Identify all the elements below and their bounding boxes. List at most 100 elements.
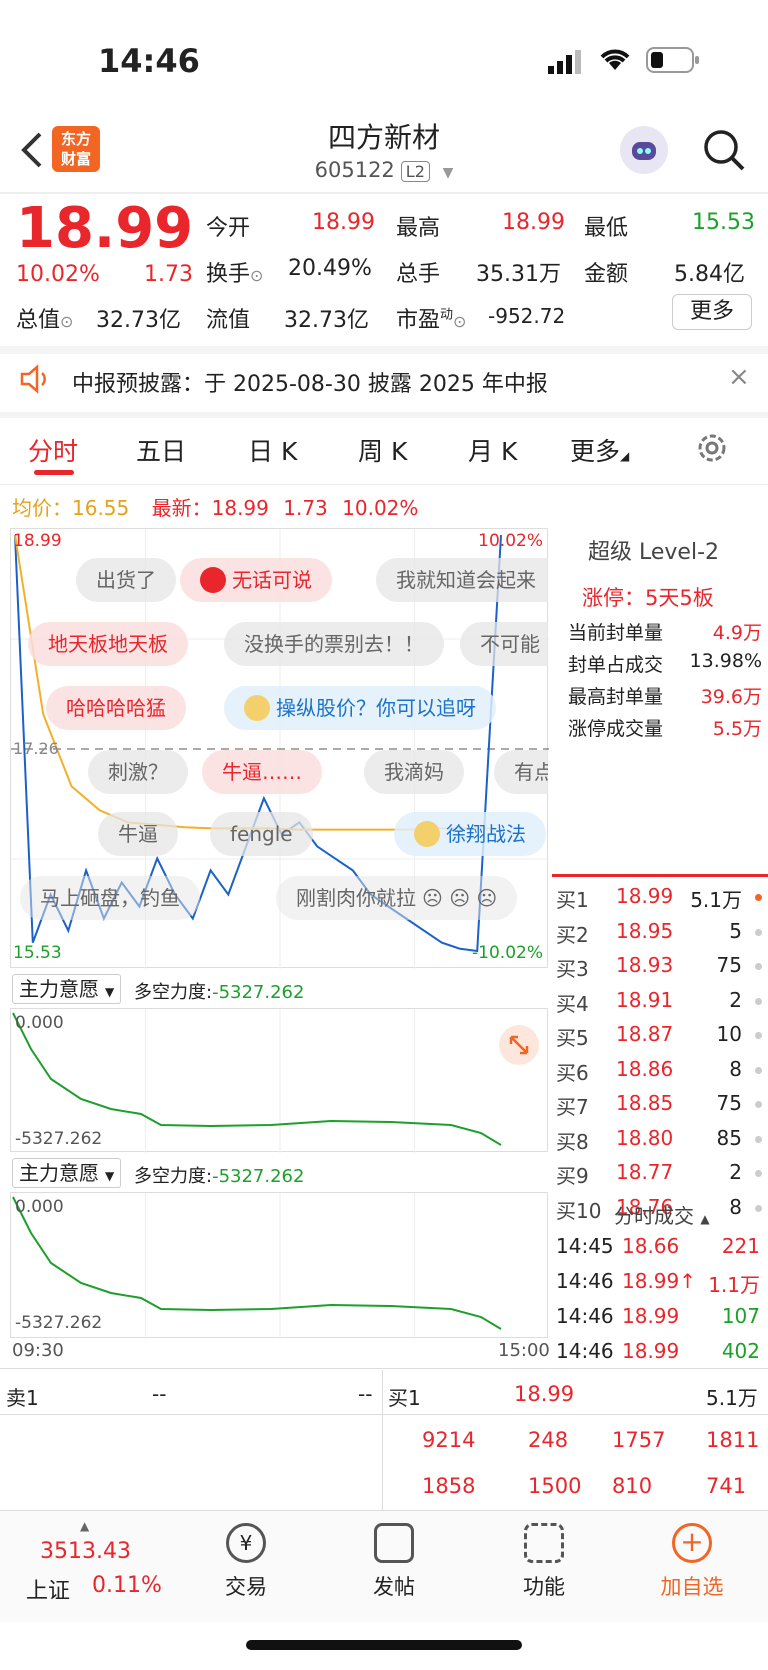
index-ticker[interactable]: ▲ 3513.43 上证 0.11% — [22, 1519, 172, 1609]
avatar-icon — [414, 820, 440, 847]
order-book-row[interactable]: 买3 18.93 75 — [554, 949, 768, 983]
danmu-bubble[interactable]: 刺激？ — [88, 750, 188, 794]
danmu-bubble[interactable]: 我滴妈 — [364, 750, 464, 794]
bottom-buy1-vol: 5.1万 — [706, 1386, 758, 1410]
amount-value: 5.84亿 — [674, 262, 745, 287]
volume-value: 35.31万 — [476, 262, 561, 287]
indicator-select[interactable]: 主力意愿 ▼ — [12, 974, 122, 1004]
book-dot-icon — [755, 963, 762, 970]
book-level-label: 买6 — [556, 1060, 589, 1085]
danmu-bubble[interactable]: 徐翔战法 — [394, 812, 546, 856]
notice-bar[interactable]: 中报预披露：于 2025-08-30 披露 2025 年中报 × — [0, 360, 768, 414]
book-level-label: 买8 — [556, 1129, 589, 1154]
indicator-chart: 0.000 -5327.262 — [10, 1008, 548, 1153]
limit-up-streak: 涨停：5天5板 — [582, 586, 714, 610]
tab-intraday[interactable]: 分时 — [28, 432, 78, 468]
book-dot-icon — [755, 1135, 762, 1143]
book-dot-icon — [755, 997, 762, 1005]
danmu-bubble[interactable]: 哈哈哈哈猛 — [46, 686, 186, 730]
nav-trade[interactable]: ¥ 交易 — [196, 1523, 296, 1601]
level2-row: 封单占成交 13.98% — [568, 650, 762, 676]
mcap-value: 32.73亿 — [96, 308, 181, 333]
axis-bottom-right: -10.02% — [472, 943, 543, 963]
bottom-buy1-label: 买1 — [388, 1386, 421, 1410]
book-volume: 85 — [716, 1125, 742, 1150]
close-icon[interactable]: × — [728, 362, 750, 392]
info-icon: ⊙ — [250, 266, 264, 285]
danmu-bubble[interactable]: 不可能 — [460, 622, 548, 666]
tab-monthly-k[interactable]: 月 K — [468, 432, 517, 468]
order-book-row[interactable]: 买1 18.99 5.1万 — [554, 880, 768, 914]
tick-price: 18.99↑ — [622, 1269, 697, 1293]
indicator-select[interactable]: 主力意愿 ▼ — [12, 1158, 122, 1188]
mcap-label: 总值⊙ — [16, 308, 74, 333]
danmu-bubble[interactable]: 无话可说 — [180, 558, 332, 602]
open-value: 18.99 — [312, 210, 375, 235]
settings-gear-icon[interactable] — [694, 430, 730, 466]
level-badge: L2 — [400, 161, 430, 182]
book-price: 18.86 — [616, 1056, 674, 1081]
volume-label: 总手 — [396, 262, 441, 287]
more-button[interactable]: 更多 — [672, 294, 752, 330]
info-icon: ⊙ — [453, 312, 467, 331]
danmu-bubble[interactable]: 牛逼 — [98, 812, 178, 856]
danmu-bubble[interactable]: 我就知道会起来 — [376, 558, 548, 602]
danmu-bubble[interactable]: 地天板地天板 — [28, 622, 188, 666]
danmu-bubble[interactable]: 有点 — [494, 750, 548, 794]
nav-post[interactable]: 发帖 — [344, 1523, 444, 1601]
danmu-bubble[interactable]: 牛逼…… — [202, 750, 322, 794]
order-book-row[interactable]: 买2 18.95 5 — [554, 915, 768, 949]
bottom-volume-cell: 741 — [706, 1474, 747, 1498]
tab-weekly-k[interactable]: 周 K — [358, 432, 407, 468]
book-price: 18.87 — [616, 1022, 674, 1046]
book-volume: 5 — [729, 918, 742, 943]
low-value: 15.53 — [692, 210, 755, 235]
danmu-bubble[interactable]: 操纵股价？你可以追呀 — [224, 686, 496, 730]
change-pct: 10.02% — [16, 262, 100, 287]
danmu-bubble[interactable]: 没换手的票别去！！ — [224, 622, 444, 666]
danmu-bubble[interactable]: 马上砸盘，钓鱼 — [20, 876, 200, 920]
bottom-sell1-vol: -- — [358, 1382, 373, 1406]
status-bar: 14:46 — [0, 0, 768, 120]
danmu-bubble[interactable]: fengle — [210, 812, 313, 856]
book-price: 18.93 — [616, 953, 674, 977]
tab-daily-k[interactable]: 日 K — [248, 432, 297, 468]
nav-add-watchlist[interactable]: + 加自选 — [642, 1523, 742, 1601]
bottom-volume-cell: 810 — [612, 1474, 653, 1498]
order-book-row[interactable]: 买8 18.80 85 — [554, 1122, 768, 1156]
indicator-panel-1: 主力意愿 ▼ 多空力度:-5327.262 0.000 -5327.262 — [10, 974, 548, 1154]
expand-icon[interactable] — [499, 1025, 539, 1065]
low-label: 最低 — [584, 216, 629, 241]
float-label: 流值 — [206, 308, 251, 333]
search-icon[interactable] — [702, 128, 746, 172]
danmu-bubble[interactable]: 出货了 — [76, 558, 176, 602]
index-value: 3513.43 — [40, 1539, 131, 1564]
price-info-line: 均价：16.55 最新：18.99 1.73 10.02% — [12, 496, 419, 520]
book-price: 18.95 — [616, 918, 674, 943]
order-book-row[interactable]: 买5 18.87 10 — [554, 1018, 768, 1052]
indicator-top-value: 0.000 — [15, 1013, 64, 1033]
axis-top-right: 10.02% — [478, 531, 543, 551]
level2-row: 涨停成交量 5.5万 — [568, 718, 762, 740]
tab-5day[interactable]: 五日 — [136, 432, 186, 468]
last-price: 18.99 — [16, 196, 194, 261]
order-book-row[interactable]: 买7 18.85 75 — [554, 1087, 768, 1121]
robot-assistant-icon[interactable] — [620, 126, 668, 174]
nav-functions[interactable]: 功能 — [494, 1523, 594, 1601]
indicator-panel-2: 主力意愿 ▼ 多空力度:-5327.262 0.000 -5327.262 — [10, 1158, 548, 1339]
book-price: 18.77 — [616, 1160, 674, 1184]
tab-more[interactable]: 更多◢ — [570, 432, 629, 468]
order-book-row[interactable]: 买4 18.91 2 — [554, 984, 768, 1018]
order-book-row[interactable]: 买9 18.77 2 — [554, 1156, 768, 1190]
axis-mid: 17.26 — [13, 739, 59, 758]
bottom-sell1-price: -- — [152, 1382, 167, 1406]
tick-row: 14:46 18.99 107 — [556, 1300, 768, 1334]
order-book-row[interactable]: 买6 18.86 8 — [554, 1053, 768, 1087]
ticks-title[interactable]: 分时成交 ▲ — [614, 1200, 710, 1229]
danmu-bubble[interactable]: 刚割肉你就拉 ☹ ☹ ☹ — [276, 876, 518, 920]
pe-value: -952.72 — [488, 304, 566, 328]
tick-time: 14:46 — [556, 1339, 614, 1363]
tick-row: 14:46 18.99↑ 1.1万 — [556, 1265, 768, 1299]
book-level-label: 买1 — [556, 888, 589, 912]
bottom-volume-cell: 1858 — [422, 1474, 476, 1498]
